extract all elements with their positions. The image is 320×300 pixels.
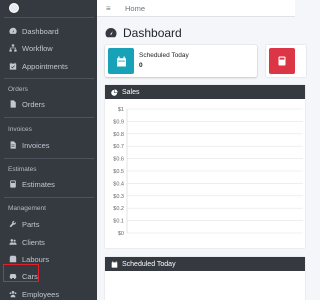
y-tick-label: $0.6 [113, 157, 124, 163]
sidebar-item-label: Appointments [22, 61, 68, 71]
brand[interactable] [0, 0, 97, 17]
sidebar-header-management: Management [8, 205, 46, 212]
sidebar-header-invoices: Invoices [8, 126, 32, 133]
y-tick-label: $0.5 [113, 169, 124, 175]
sidebar-divider [4, 78, 94, 79]
y-tick-label: $0 [118, 231, 124, 237]
info-box-value: 0 [139, 62, 143, 69]
sidebar-divider [4, 197, 94, 198]
calendar-icon [111, 260, 118, 268]
sidebar-item-workflow[interactable]: Workflow [8, 42, 53, 54]
scheduled-today-box: Scheduled Today 0 [105, 45, 257, 77]
sales-card: Sales $1 $0.9 $0.8 $0.7 $0.6 $0.5 $0.4 $0.3 $0.2… [105, 85, 305, 248]
gauge-icon [105, 28, 117, 38]
file-alt-icon [8, 141, 18, 149]
sales-card-header: Sales [105, 85, 305, 99]
calculator-icon [269, 48, 295, 74]
sidebar-item-appointments[interactable]: Appointments [8, 60, 68, 72]
calculator-icon [8, 180, 18, 188]
y-tick-label: $0.2 [113, 206, 124, 212]
sidebar: Dashboard Workflow Appointments Orders O… [0, 0, 97, 300]
sidebar-divider [4, 158, 94, 159]
y-tick-label: $0.7 [113, 144, 124, 150]
sidebar-item-label: Invoices [22, 140, 50, 150]
sales-card-title: Sales [122, 88, 140, 96]
wrench-icon [8, 220, 18, 228]
sidebar-item-estimates[interactable]: Estimates [8, 178, 55, 190]
calendar-icon [108, 48, 134, 74]
page-title-text: Dashboard [123, 26, 182, 40]
sidebar-item-label: Orders [22, 99, 45, 109]
sidebar-item-label: Clients [22, 237, 45, 247]
calendar-check-icon [8, 62, 18, 70]
user-group-icon [8, 290, 18, 298]
y-tick-label: $1 [118, 107, 124, 113]
y-tick-label: $0.8 [113, 132, 124, 138]
scheduled-today-card: Scheduled Today [105, 257, 305, 300]
file-icon [8, 100, 18, 108]
y-tick-label: $0.1 [113, 219, 124, 225]
sidebar-item-clients[interactable]: Clients [8, 236, 45, 248]
sidebar-item-label: Dashboard [22, 26, 59, 36]
y-tick-label: $0.4 [113, 181, 124, 187]
sales-chart-svg: $1 $0.9 $0.8 $0.7 $0.6 $0.5 $0.4 $0.3 $0.2 $0.1 $0 [113, 107, 303, 237]
sidebar-divider [4, 117, 94, 118]
breadcrumb-home[interactable]: Home [125, 4, 145, 13]
y-tick-label: $0.9 [113, 119, 124, 125]
sidebar-header-estimates: Estimates [8, 166, 37, 173]
sidebar-item-label: Labours [22, 254, 50, 264]
sidebar-item-dashboard[interactable]: Dashboard [8, 25, 59, 37]
info-box-label: Scheduled Today [139, 52, 189, 59]
chart-pie-icon [111, 88, 118, 96]
gauge-icon [8, 27, 18, 35]
sidebar-header-orders: Orders [8, 86, 28, 93]
page-title: Dashboard [105, 26, 182, 40]
sidebar-item-orders[interactable]: Orders [8, 98, 45, 110]
box-icon [8, 255, 18, 263]
sidebar-divider [4, 17, 94, 18]
menu-icon[interactable]: ≡ [106, 4, 111, 13]
sidebar-item-label: Workflow [22, 43, 53, 53]
scheduled-card-header: Scheduled Today [105, 257, 305, 271]
estimates-box [266, 45, 306, 77]
sidebar-item-label: Parts [22, 219, 40, 229]
brand-logo[interactable] [9, 3, 19, 13]
sitemap-icon [8, 44, 18, 52]
sidebar-item-label: Employees [22, 289, 60, 299]
sidebar-item-invoices[interactable]: Invoices [8, 139, 50, 151]
sidebar-item-parts[interactable]: Parts [8, 218, 40, 230]
sidebar-item-employees[interactable]: Employees [8, 288, 59, 300]
scheduled-card-title: Scheduled Today [122, 260, 176, 268]
sidebar-item-label: Estimates [22, 179, 55, 189]
cars-highlight [3, 264, 39, 282]
y-tick-label: $0.3 [113, 194, 124, 200]
users-icon [8, 238, 18, 246]
topbar: ≡ Home [97, 0, 295, 17]
sales-chart: $1 $0.9 $0.8 $0.7 $0.6 $0.5 $0.4 $0.3 $0.2 $0.1 $0 [105, 99, 305, 244]
